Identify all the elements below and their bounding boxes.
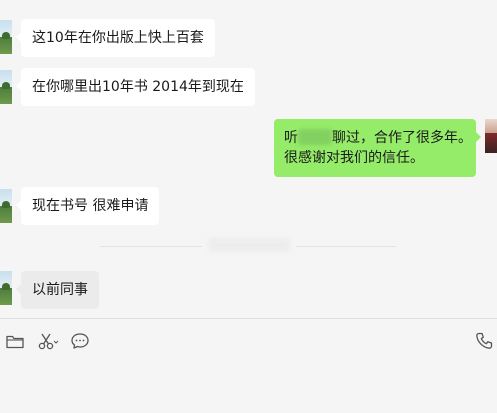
divider-line <box>100 246 202 247</box>
message-bubble-received[interactable]: 这10年在你出版上快上百套 <box>16 19 215 57</box>
divider-line <box>296 246 396 247</box>
message-bubble-sent[interactable]: 听 聊过，合作了很多年。 很感谢对我们的信任。 <box>274 119 481 177</box>
redacted-name <box>298 129 332 145</box>
message-bubble-received[interactable]: 在你哪里出10年书 2014年到现在 <box>16 68 255 106</box>
contact-avatar[interactable] <box>0 70 12 104</box>
message-text: 在你哪里出10年书 2014年到现在 <box>32 79 244 95</box>
scissors-icon[interactable] <box>37 331 59 351</box>
message-line: 很感谢对我们的信任。 <box>284 150 424 166</box>
contact-avatar[interactable] <box>0 189 12 223</box>
contact-avatar[interactable] <box>0 271 12 305</box>
system-notice-redacted <box>208 238 290 252</box>
message-text: 现在书号 很难申请 <box>32 198 149 214</box>
message-text: 这10年在你出版上快上百套 <box>32 30 204 46</box>
message-bubble-received[interactable]: 以前同事 <box>16 271 99 309</box>
input-toolbar <box>0 318 497 413</box>
chat-bubble-icon[interactable] <box>70 331 92 351</box>
message-bubble-received[interactable]: 现在书号 很难申请 <box>15 187 160 225</box>
folder-icon[interactable] <box>5 331 27 351</box>
message-text: 聊过，合作了很多年。 <box>332 130 472 146</box>
message-text: 听 <box>284 130 298 146</box>
message-line: 听 聊过，合作了很多年。 <box>284 128 472 148</box>
contact-avatar[interactable] <box>0 20 12 54</box>
chat-message-area[interactable]: 这10年在你出版上快上百套 在你哪里出10年书 2014年到现在 听 聊过，合作了… <box>0 0 497 318</box>
my-avatar[interactable] <box>485 119 497 153</box>
message-text: 以前同事 <box>32 282 88 298</box>
phone-icon[interactable] <box>474 331 496 351</box>
